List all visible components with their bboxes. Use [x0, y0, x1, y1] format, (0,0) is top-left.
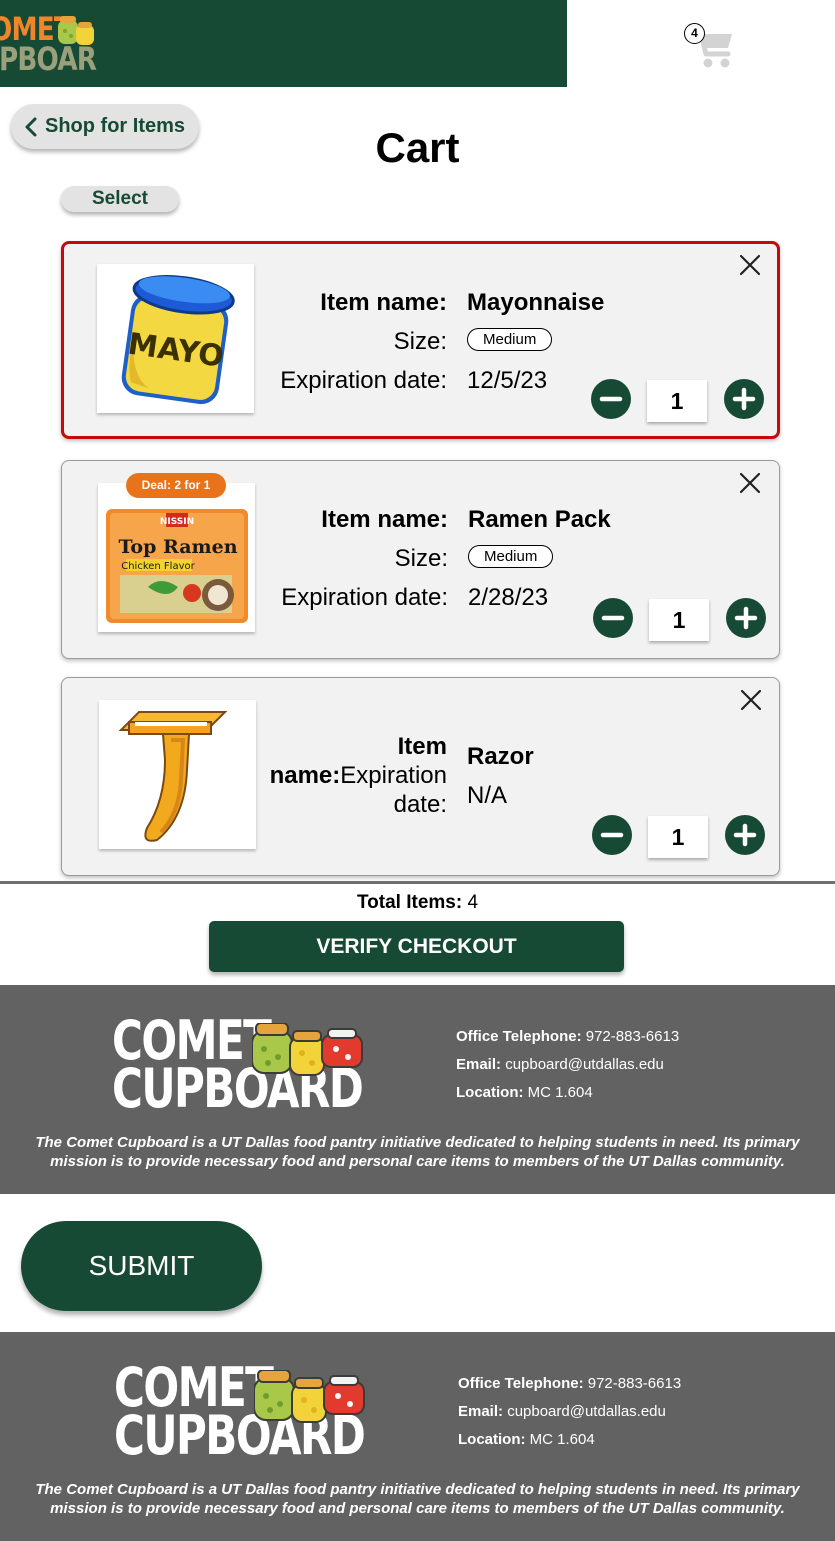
close-icon — [739, 472, 761, 494]
item-values: Ramen Pack Medium 2/28/23 — [468, 500, 611, 617]
remove-item-button[interactable] — [738, 471, 762, 495]
phone-label: Office Telephone: — [456, 1028, 582, 1045]
svg-text:Top Ramen: Top Ramen — [118, 536, 237, 558]
item-labels: Item name: Size: Expiration date: — [264, 283, 447, 400]
close-icon — [740, 689, 762, 711]
decrease-quantity-button[interactable] — [593, 598, 633, 638]
minus-icon — [601, 615, 625, 621]
checkout-divider — [0, 881, 835, 884]
item-expiration-label-cont: date: — [393, 791, 447, 818]
item-name-label: Item name: — [321, 506, 448, 533]
item-name-label: Item name: — [320, 289, 447, 316]
minus-icon — [599, 396, 623, 402]
mission-statement: The Comet Cupboard is a UT Dallas food p… — [0, 1133, 835, 1171]
item-image — [99, 700, 256, 849]
location-value: MC 1.604 — [527, 1084, 593, 1101]
ramen-pack-image: NISSIN Top Ramen Chicken Flavor — [106, 509, 248, 623]
logo-text-line2: JPBOAR — [0, 40, 97, 78]
decrease-quantity-button[interactable] — [592, 815, 632, 855]
item-expiration: N/A — [467, 782, 508, 809]
quantity-field[interactable]: 1 — [648, 816, 708, 858]
item-expiration: 2/28/23 — [468, 584, 549, 611]
mission-line-1: The Comet Cupboard is a UT Dallas food p… — [35, 1481, 800, 1498]
total-items-value: 4 — [467, 892, 479, 913]
quantity-field[interactable]: 1 — [647, 380, 707, 422]
item-expiration: 12/5/23 — [467, 367, 548, 394]
item-size-label: Size: — [393, 328, 447, 355]
plus-icon — [732, 387, 756, 411]
mission-line-2: mission is to provide necessary food and… — [50, 1153, 785, 1170]
location-value: MC 1.604 — [529, 1431, 595, 1448]
phone-value[interactable]: 972-883-6613 — [588, 1375, 681, 1392]
email-label: Email: — [456, 1056, 502, 1073]
quantity-field[interactable]: 1 — [649, 599, 709, 641]
plus-icon — [734, 606, 758, 630]
mission-line-2: mission is to provide necessary food and… — [50, 1500, 785, 1517]
logo-jars-icon — [58, 16, 94, 45]
comet-cupboard-logo[interactable]: OMET JPBOAR — [0, 8, 120, 78]
phone-label: Office Telephone: — [458, 1375, 584, 1392]
item-image: MAYO — [97, 264, 254, 413]
location-label: Location: — [458, 1431, 526, 1448]
select-button[interactable]: Select — [61, 186, 179, 212]
item-image: NISSIN Top Ramen Chicken Flavor — [98, 483, 255, 632]
total-items-label: Total Items: — [356, 892, 463, 913]
top-header-bar: OMET JPBOAR — [0, 0, 567, 87]
cart-item-card[interactable]: Item name:Expiration date: Razor N/A 1 — [61, 677, 780, 876]
item-values: Mayonnaise Medium 12/5/23 — [467, 283, 604, 400]
item-expiration-label: Expiration date: — [281, 584, 448, 611]
site-footer: COMET CUPBOARD Office Telephone: 972-883… — [0, 1332, 835, 1541]
item-values: Razor N/A — [467, 737, 534, 815]
cart-item-card[interactable]: Deal: 2 for 1 NISSIN Top Ramen Chicken F… — [61, 460, 780, 659]
email-label: Email: — [458, 1403, 504, 1420]
plus-icon — [733, 823, 757, 847]
item-size-label: Size: — [394, 545, 448, 572]
item-name-label-cont: name: — [269, 762, 341, 789]
minus-icon — [600, 832, 624, 838]
deal-badge: Deal: 2 for 1 — [126, 473, 226, 498]
phone-value[interactable]: 972-883-6613 — [586, 1028, 679, 1045]
item-name-label: Item — [397, 733, 447, 760]
remove-item-button[interactable] — [739, 688, 763, 712]
increase-quantity-button[interactable] — [724, 379, 764, 419]
item-expiration-label: Expiration — [340, 762, 447, 789]
contact-info: Office Telephone: 972-883-6613 Email: cu… — [456, 1023, 679, 1107]
cart-count-badge: 4 — [684, 23, 705, 44]
email-value[interactable]: cupboard@utdallas.edu — [505, 1056, 664, 1073]
remove-item-button[interactable] — [738, 253, 762, 277]
item-labels: Item name:Expiration date: — [254, 732, 447, 819]
mission-line-1: The Comet Cupboard is a UT Dallas food p… — [35, 1134, 800, 1151]
location-label: Location: — [456, 1084, 524, 1101]
mission-statement: The Comet Cupboard is a UT Dallas food p… — [0, 1480, 835, 1518]
cart-item-card[interactable]: MAYO Item name: Size: Expiration date: M… — [61, 241, 780, 439]
svg-text:NISSIN: NISSIN — [160, 517, 194, 527]
logo-jars-icon — [254, 1370, 365, 1423]
close-icon — [739, 254, 761, 276]
page-title: Cart — [375, 124, 460, 171]
site-footer: COMET CUPBOARD Office Telephone: 972-883… — [0, 985, 835, 1194]
size-badge[interactable]: Medium — [467, 328, 553, 352]
size-badge[interactable]: Medium — [468, 545, 554, 569]
logo-jars-icon — [252, 1023, 363, 1076]
item-name: Mayonnaise — [467, 289, 605, 316]
svg-text:Chicken Flavor: Chicken Flavor — [121, 561, 195, 572]
contact-info: Office Telephone: 972-883-6613 Email: cu… — [458, 1370, 681, 1454]
increase-quantity-button[interactable] — [726, 598, 766, 638]
verify-checkout-button[interactable]: VERIFY CHECKOUT — [209, 921, 624, 972]
email-value[interactable]: cupboard@utdallas.edu — [507, 1403, 666, 1420]
footer-logo: COMET CUPBOARD — [114, 1361, 374, 1464]
item-name: Ramen Pack — [468, 506, 611, 533]
footer-logo: COMET CUPBOARD — [112, 1014, 372, 1117]
decrease-quantity-button[interactable] — [591, 379, 631, 419]
mayo-jar-image: MAYO — [121, 275, 235, 405]
increase-quantity-button[interactable] — [725, 815, 765, 855]
total-items: Total Items: 4 — [0, 892, 835, 914]
submit-button[interactable]: SUBMIT — [21, 1221, 262, 1311]
item-name: Razor — [467, 743, 534, 770]
item-labels: Item name: Size: Expiration date: — [262, 500, 448, 617]
razor-image — [118, 711, 228, 842]
item-expiration-label: Expiration date: — [280, 367, 447, 394]
